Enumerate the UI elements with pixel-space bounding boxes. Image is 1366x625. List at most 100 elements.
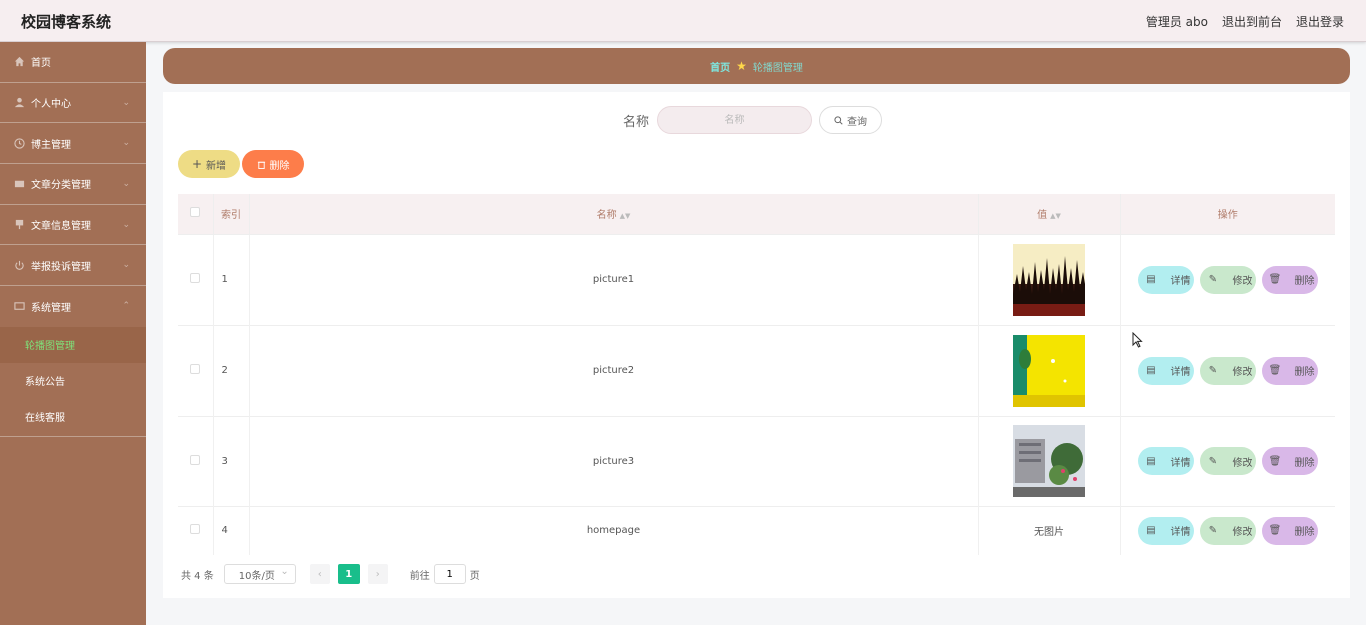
header-actions: 管理员 abo 退出到前台 退出登录 — [1146, 13, 1344, 30]
exit-to-front-link[interactable]: 退出到前台 — [1222, 13, 1282, 30]
row-checkbox[interactable] — [190, 524, 201, 535]
row-checkbox[interactable] — [190, 273, 201, 283]
document-icon: ▤ — [1146, 365, 1156, 376]
row-value-cell — [978, 415, 1121, 506]
query-button[interactable]: 查询 — [819, 106, 883, 134]
column-header-name[interactable]: 名称 ▲▼ — [249, 194, 979, 234]
sidebar-subitem-service[interactable]: 在线客服 — [0, 398, 146, 434]
sidebar-item-home[interactable]: 首页 — [0, 42, 146, 83]
sidebar-item-system[interactable]: 系统管理 ⌃ — [0, 286, 146, 327]
sidebar-item-article-info[interactable]: 文章信息管理 ⌄ — [0, 205, 146, 246]
top-header: 校园博客系统 管理员 abo 退出到前台 退出登录 — [0, 0, 1366, 42]
goto-page-input[interactable] — [433, 564, 466, 584]
pagination: 共 4 条 10条/页 ‹ 1 › 前往 页 — [181, 564, 480, 584]
detail-label: 详情 — [1170, 367, 1191, 378]
prev-page-button[interactable]: ‹ — [309, 564, 330, 584]
column-header-index: 索引 — [213, 194, 250, 234]
row-checkbox[interactable] — [190, 364, 201, 374]
carousel-image-thumbnail[interactable] — [1013, 425, 1085, 497]
row-checkbox-cell — [178, 415, 214, 506]
clock-icon — [13, 137, 25, 149]
delete-button[interactable]: 🗑 删除 — [1261, 356, 1318, 385]
column-header-ops: 操作 — [1120, 194, 1335, 234]
detail-button[interactable]: ▤ 详情 — [1137, 265, 1194, 294]
row-checkbox[interactable] — [190, 454, 201, 465]
pencil-icon: ✎ — [1208, 455, 1218, 467]
next-page-button[interactable]: › — [367, 564, 388, 584]
sidebar-item-blogger[interactable]: 博主管理 ⌄ — [0, 123, 146, 165]
sort-icon: ▲▼ — [619, 212, 631, 221]
pencil-icon: ✎ — [1208, 525, 1218, 537]
chevron-down-icon: ⌄ — [122, 138, 130, 149]
edit-button[interactable]: ✎ 修改 — [1199, 447, 1256, 475]
table-header-row: 索引 名称 ▲▼ 值 ▲▼ 操作 — [178, 194, 1335, 234]
delete-button[interactable]: 🗑 删除 — [1261, 265, 1318, 294]
sidebar-item-label: 首页 — [31, 58, 51, 70]
goto-suffix: 页 — [469, 570, 480, 582]
breadcrumb-current: 轮播图管理 — [752, 62, 803, 74]
logout-link[interactable]: 退出登录 — [1296, 13, 1344, 30]
table-row: 2 picture2 ▤ 详情 ✎ 修改 🗑 删除 — [178, 324, 1336, 416]
pin-icon — [13, 219, 25, 231]
delete-label: 删除 — [1294, 367, 1315, 378]
row-index: 1 — [213, 233, 250, 325]
sidebar-item-report[interactable]: 举报投诉管理 ⌄ — [0, 245, 146, 287]
carousel-image-thumbnail[interactable] — [1013, 334, 1085, 407]
edit-label: 修改 — [1232, 367, 1253, 378]
plus-icon: + — [191, 157, 203, 171]
delete-button[interactable]: 🗑 删除 — [1261, 447, 1318, 475]
column-header-value[interactable]: 值 ▲▼ — [978, 194, 1121, 234]
edit-button[interactable]: ✎ 修改 — [1199, 356, 1256, 385]
sidebar-subitem-carousel[interactable]: 轮播图管理 — [0, 326, 146, 363]
page-number-current[interactable]: 1 — [337, 564, 360, 584]
breadcrumb-home[interactable]: 首页 — [710, 59, 730, 74]
detail-label: 详情 — [1170, 457, 1191, 469]
detail-label: 详情 — [1170, 276, 1191, 287]
add-button[interactable]: + 新增 — [178, 150, 240, 178]
row-index: 3 — [213, 415, 250, 506]
pencil-icon: ✎ — [1208, 274, 1218, 285]
content-panel: 名称 查询 + 新增 删除 索引 名称▲▼ 值▲▼ 操作 — [163, 92, 1350, 598]
chevron-up-icon: ⌃ — [122, 301, 130, 312]
sidebar-item-label: 系统管理 — [31, 302, 71, 314]
edit-label: 修改 — [1232, 276, 1253, 287]
carousel-image-thumbnail[interactable] — [1013, 243, 1085, 316]
row-actions: ▤ 详情 ✎ 修改 🗑 删除 — [1121, 516, 1336, 545]
search-input[interactable] — [657, 106, 813, 134]
trash-icon — [257, 161, 265, 169]
edit-button[interactable]: ✎ 修改 — [1199, 516, 1256, 545]
home-icon — [13, 56, 25, 68]
star-icon: ★ — [736, 59, 747, 73]
document-icon: ▤ — [1146, 455, 1156, 467]
table-row: 4 homepage 无图片 ▤ 详情 ✎ 修改 🗑 删除 — [178, 505, 1336, 555]
sort-icon: ▲▼ — [1050, 212, 1061, 221]
detail-button[interactable]: ▤ 详情 — [1137, 516, 1194, 545]
user-icon — [13, 97, 25, 109]
row-checkbox-cell — [178, 233, 214, 325]
page-size-select[interactable]: 10条/页 — [223, 564, 296, 584]
edit-button[interactable]: ✎ 修改 — [1199, 265, 1256, 294]
batch-delete-button[interactable]: 删除 — [242, 150, 304, 178]
row-name: picture1 — [249, 233, 979, 325]
row-index: 4 — [213, 505, 250, 555]
row-name: homepage — [249, 505, 979, 555]
goto-prefix: 前往 — [409, 570, 430, 582]
detail-button[interactable]: ▤ 详情 — [1137, 447, 1194, 475]
detail-button[interactable]: ▤ 详情 — [1137, 356, 1194, 385]
search-bar: 名称 查询 — [623, 106, 883, 134]
sidebar-item-personal-center[interactable]: 个人中心 ⌄ — [0, 83, 146, 124]
row-value-cell — [978, 324, 1121, 416]
sidebar-subitem-notice[interactable]: 系统公告 — [0, 363, 146, 399]
row-value-cell — [978, 233, 1121, 325]
carousel-table: 索引 名称 ▲▼ 值 ▲▼ 操作 1 picture1 ▤ 详情 ✎ 修改 🗑 … — [178, 194, 1335, 555]
chevron-down-icon: ⌄ — [122, 178, 130, 189]
select-all-checkbox[interactable] — [190, 207, 201, 218]
delete-button[interactable]: 🗑 删除 — [1261, 516, 1318, 545]
sidebar-item-label: 博主管理 — [31, 139, 71, 151]
row-actions: ▤ 详情 ✎ 修改 🗑 删除 — [1121, 356, 1336, 385]
app-title: 校园博客系统 — [21, 13, 112, 31]
query-button-label: 查询 — [847, 116, 868, 128]
sidebar-item-article-category[interactable]: 文章分类管理 ⌄ — [0, 164, 146, 205]
trash-icon: 🗑 — [1268, 525, 1282, 537]
chevron-down-icon: ⌄ — [122, 260, 130, 271]
